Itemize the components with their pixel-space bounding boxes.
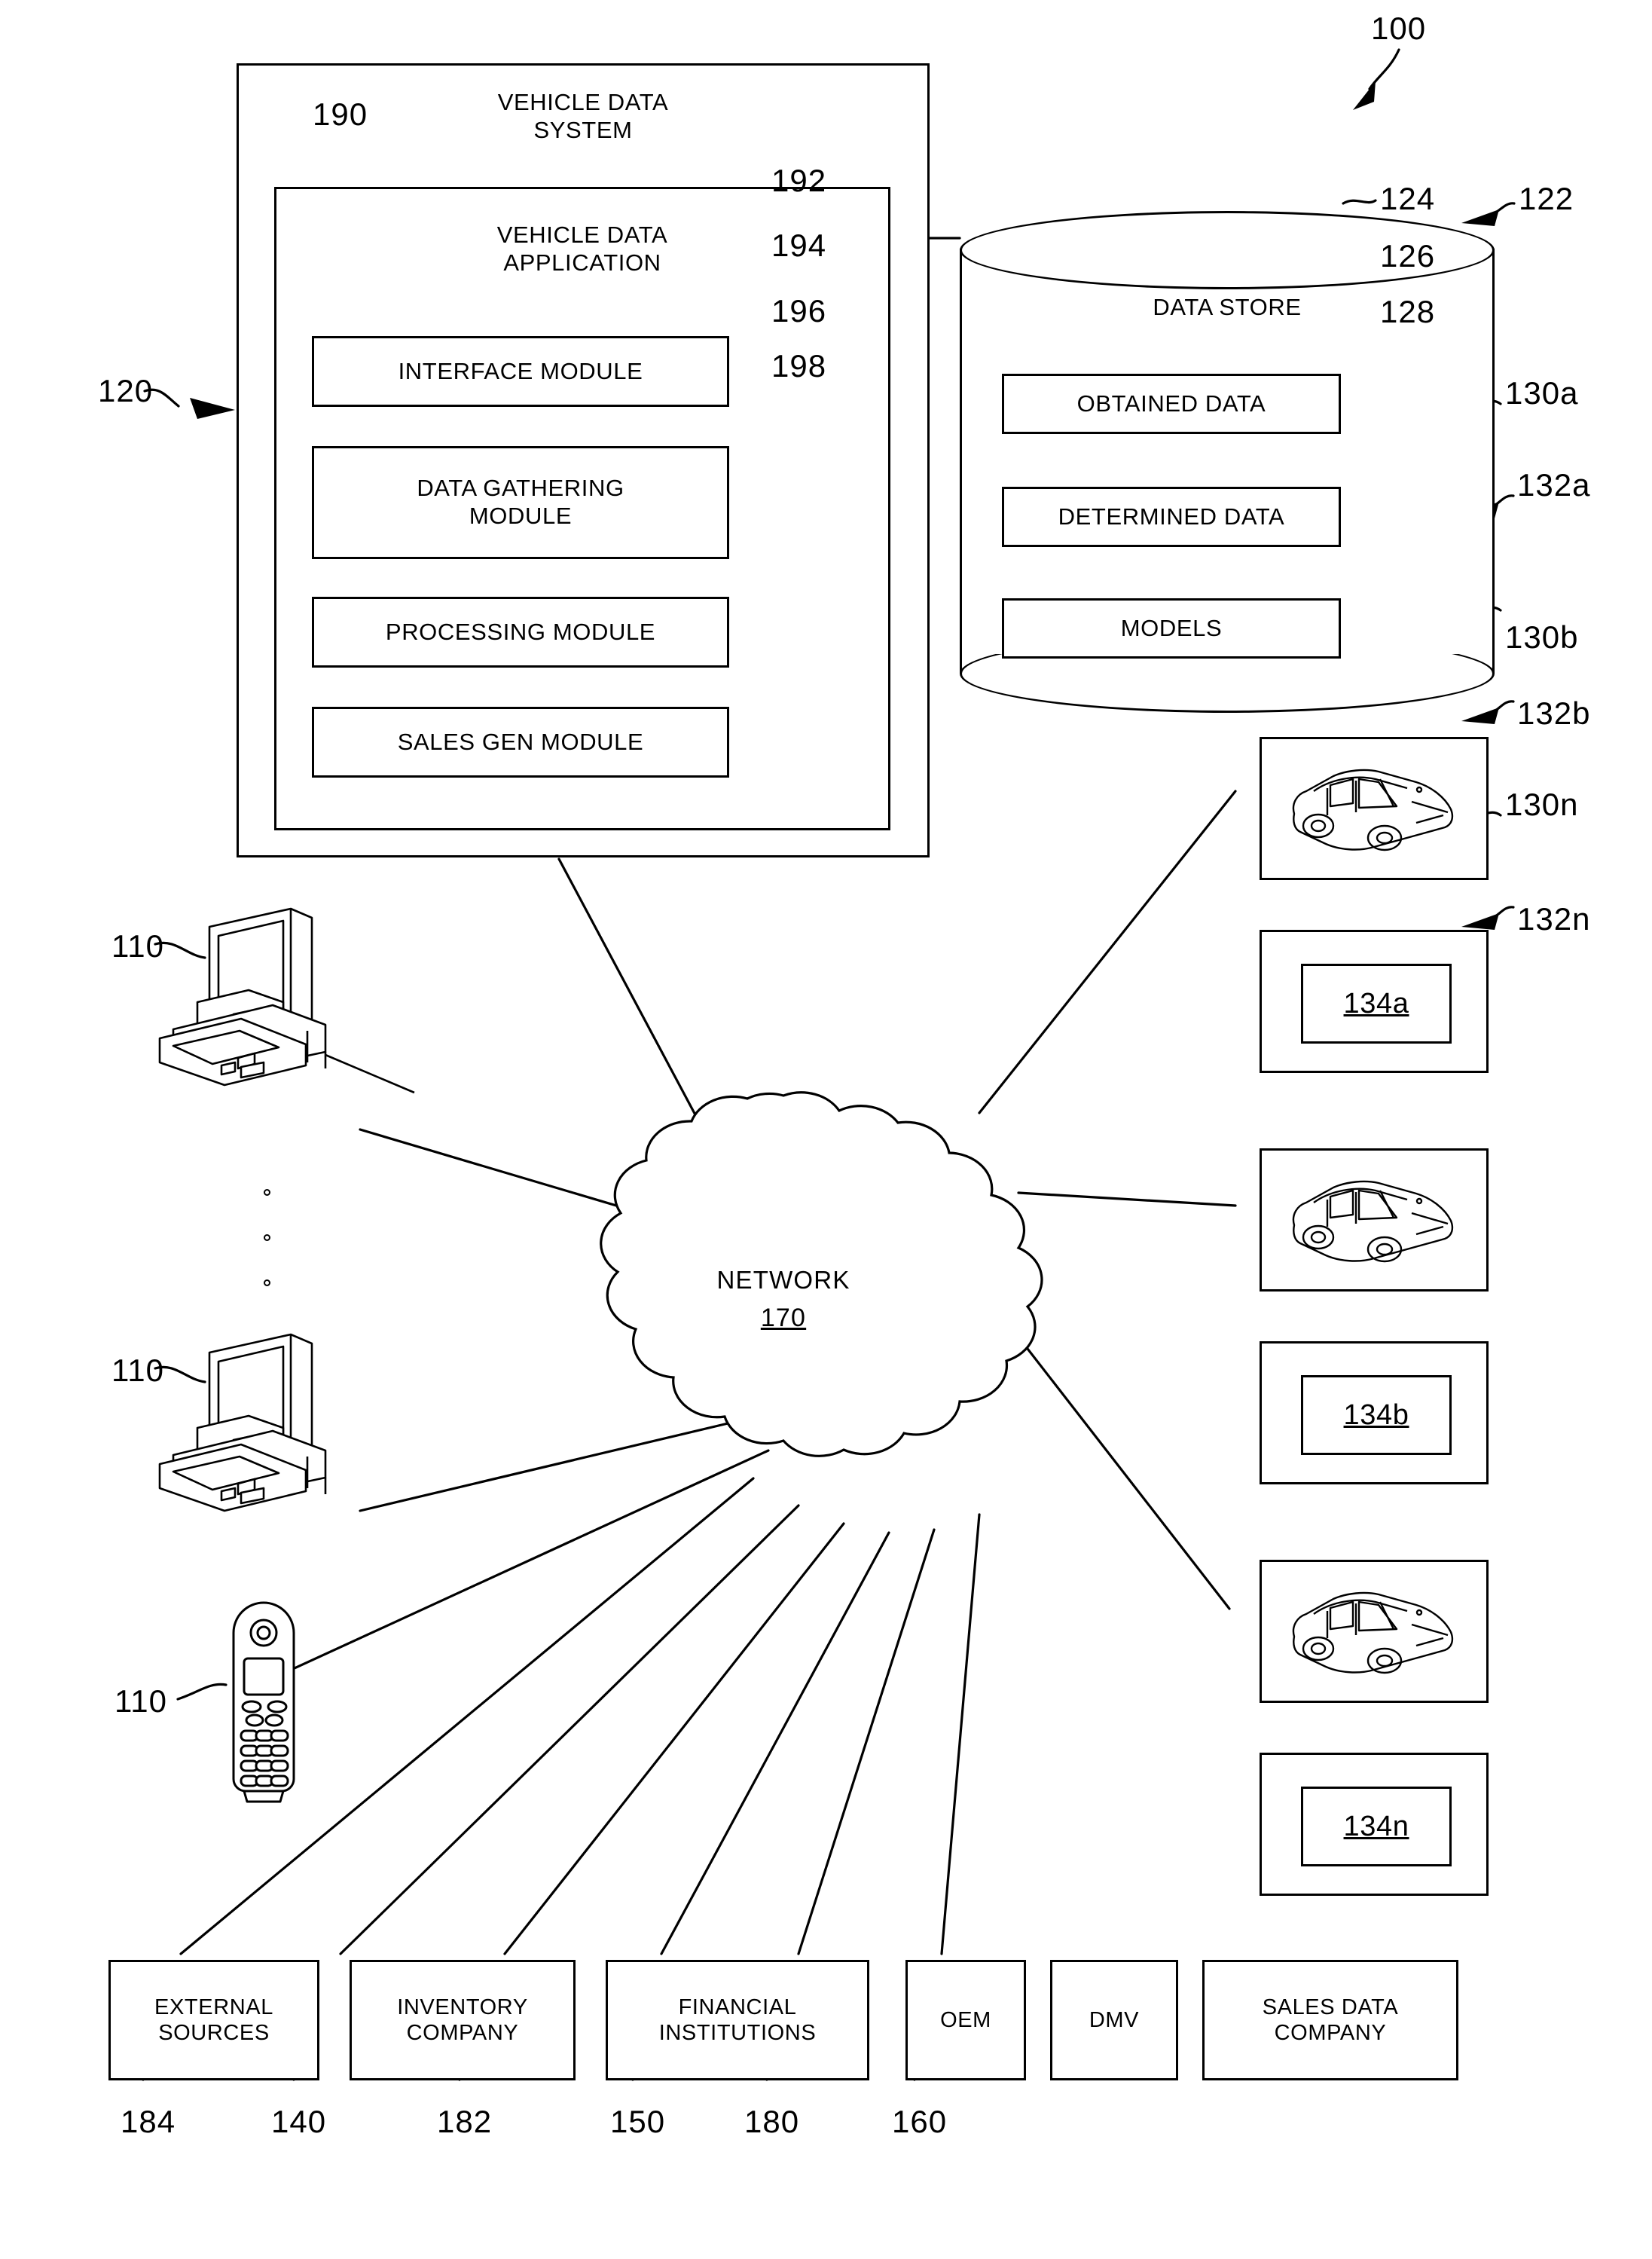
ref-150: 150	[610, 2104, 666, 2139]
ref-140: 140	[271, 2104, 327, 2139]
ref-182: 182	[437, 2104, 493, 2139]
interface-module-label: INTERFACE MODULE	[398, 357, 643, 384]
workstation-icon[interactable]	[128, 1330, 414, 1579]
models-label: MODELS	[1120, 614, 1223, 641]
display-screen-134a: 134a	[1301, 964, 1452, 1044]
figure-canvas: VEHICLE DATA SYSTEM VEHICLE DATA APPLICA…	[0, 0, 1652, 2259]
vehicle-box-130b[interactable]	[1260, 1148, 1489, 1292]
obtained-data-box[interactable]: OBTAINED DATA	[1002, 374, 1341, 434]
ellipsis-dot	[264, 1234, 270, 1241]
display-screen-label-134b: 134b	[1343, 1399, 1409, 1431]
ref-196: 196	[771, 293, 827, 329]
external-sources-box[interactable]: EXTERNAL SOURCES	[108, 1960, 319, 2080]
ref-132b: 132b	[1517, 695, 1591, 731]
sales-data-company-box[interactable]: SALES DATA COMPANY	[1202, 1960, 1458, 2080]
workstation-cable	[325, 1053, 415, 1094]
processing-module-box[interactable]: PROCESSING MODULE	[312, 597, 729, 668]
ref-130a: 130a	[1505, 375, 1579, 411]
determined-data-box[interactable]: DETERMINED DATA	[1002, 487, 1341, 547]
display-screen-134b: 134b	[1301, 1375, 1452, 1455]
ref-110-workstation-2: 110	[111, 1353, 164, 1388]
financial-institutions-label: FINANCIAL INSTITUTIONS	[658, 1995, 817, 2045]
ref-130n: 130n	[1505, 787, 1579, 822]
vehicle-box-130n[interactable]	[1260, 1560, 1489, 1703]
link-vehicles-network	[978, 790, 1237, 1114]
vehicle-display-box-132b[interactable]: 134b	[1260, 1341, 1489, 1484]
arrowhead-120	[190, 398, 235, 419]
ref-124: 124	[1380, 181, 1436, 216]
ellipsis-dot	[264, 1189, 270, 1196]
car-icon	[1292, 1180, 1454, 1263]
vehicle-box-130a[interactable]	[1260, 737, 1489, 880]
arrowhead-132b	[1461, 708, 1499, 724]
sales-gen-module-label: SALES GEN MODULE	[397, 728, 644, 755]
ref-184: 184	[121, 2104, 176, 2139]
leader-100	[1368, 48, 1400, 90]
vehicle-display-box-132n[interactable]: 134n	[1260, 1753, 1489, 1896]
inventory-company-label: INVENTORY COMPANY	[397, 1995, 528, 2045]
car-icon	[1292, 1591, 1454, 1674]
dmv-label: DMV	[1089, 2007, 1140, 2032]
car-icon	[1292, 769, 1454, 851]
ref-132a: 132a	[1517, 467, 1591, 503]
network-ref: 170	[760, 1304, 807, 1332]
sales-data-company-label: SALES DATA COMPANY	[1262, 1995, 1399, 2045]
link-network-182	[503, 1522, 845, 1955]
display-screen-label-134a: 134a	[1343, 987, 1409, 1019]
link-network-180	[797, 1528, 936, 1955]
ref-132n: 132n	[1517, 901, 1591, 937]
link-network-160	[940, 1513, 981, 1955]
ref-120: 120	[98, 373, 154, 408]
ref-180: 180	[744, 2104, 800, 2139]
interface-module-box[interactable]: INTERFACE MODULE	[312, 336, 729, 407]
inventory-company-box[interactable]: INVENTORY COMPANY	[350, 1960, 576, 2080]
data-gathering-module-label: DATA GATHERING MODULE	[417, 475, 624, 529]
ref-110-workstation-1: 110	[111, 928, 164, 964]
workstation-icon[interactable]	[128, 904, 415, 1153]
obtained-data-label: OBTAINED DATA	[1076, 390, 1266, 417]
ref-190: 190	[313, 96, 368, 132]
ref-130b: 130b	[1505, 619, 1579, 655]
arrowhead-132n	[1461, 913, 1499, 930]
ref-100: 100	[1371, 11, 1427, 46]
ellipsis-dot	[264, 1279, 270, 1286]
ref-126: 126	[1380, 238, 1436, 274]
models-box[interactable]: MODELS	[1002, 598, 1341, 659]
financial-institutions-box[interactable]: FINANCIAL INSTITUTIONS	[606, 1960, 869, 2080]
display-screen-134n: 134n	[1301, 1787, 1452, 1866]
sales-gen-module-box[interactable]: SALES GEN MODULE	[312, 707, 729, 778]
link-network-150	[660, 1531, 890, 1955]
vehicle-display-box-132a[interactable]: 134a	[1260, 930, 1489, 1073]
determined-data-label: DETERMINED DATA	[1058, 503, 1285, 530]
display-screen-label-134n: 134n	[1343, 1810, 1409, 1842]
data-gathering-module-box[interactable]: DATA GATHERING MODULE	[312, 446, 729, 559]
mobile-phone-icon[interactable]	[211, 1601, 316, 1820]
oem-box[interactable]: OEM	[905, 1960, 1026, 2080]
dmv-box[interactable]: DMV	[1050, 1960, 1178, 2080]
ref-122: 122	[1519, 181, 1574, 216]
oem-label: OEM	[940, 2007, 991, 2032]
ref-192: 192	[771, 163, 827, 198]
leader-124	[1342, 199, 1377, 205]
processing-module-label: PROCESSING MODULE	[385, 618, 656, 645]
external-sources-label: EXTERNAL SOURCES	[154, 1995, 273, 2045]
ref-198: 198	[771, 348, 827, 384]
ref-128: 128	[1380, 294, 1436, 329]
network-title: NETWORK	[716, 1266, 850, 1294]
ref-194: 194	[771, 228, 827, 263]
ref-160: 160	[892, 2104, 948, 2139]
ref-110-phone: 110	[115, 1683, 167, 1719]
network-text-block: NETWORK 170	[482, 1266, 1085, 1333]
